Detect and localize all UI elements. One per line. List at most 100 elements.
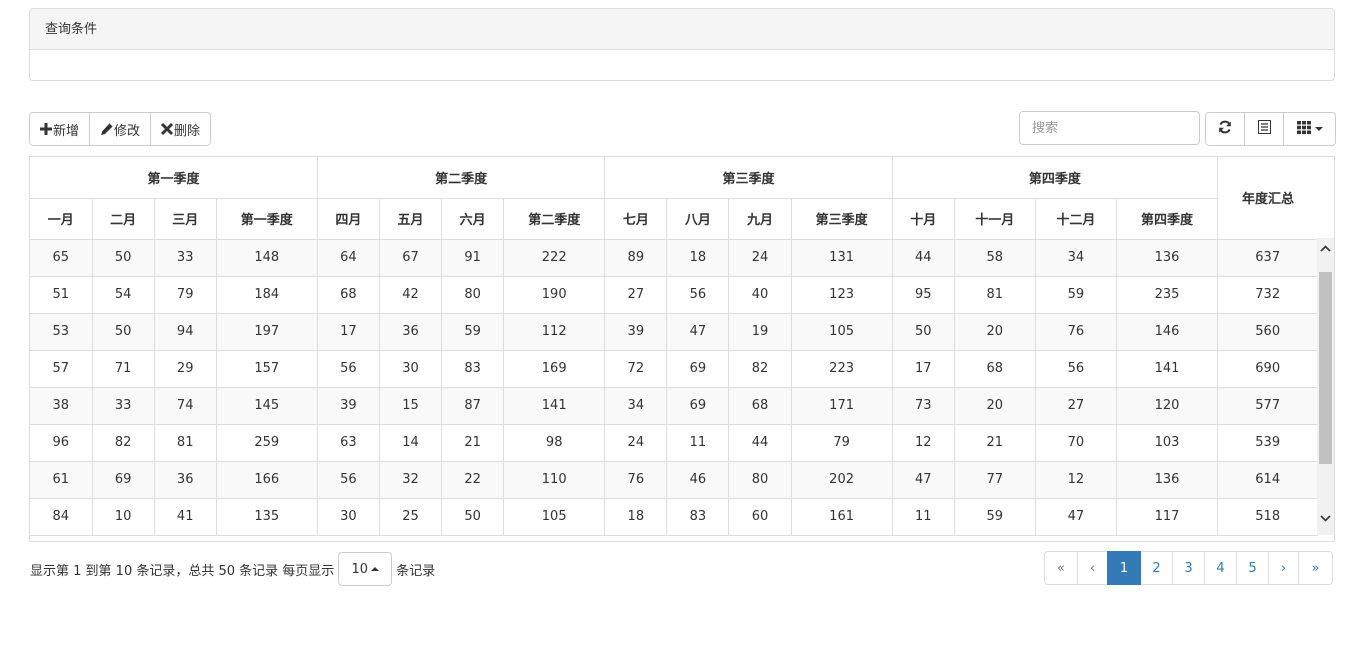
table-cell: 54 [92, 276, 155, 314]
table-row[interactable]: 57 71 29 157 56 30 83 169 72 69 82 223 17 68 56 141 690 [30, 350, 1334, 388]
scroll-down-icon[interactable] [1317, 510, 1334, 527]
table-cell: 83 [666, 498, 730, 536]
table-cell: 17 [892, 350, 955, 388]
column-header: 第四季度 [1116, 198, 1219, 240]
annual-total-cell: 690 [1217, 350, 1319, 388]
table-cell: 30 [379, 350, 443, 388]
column-header: 九月 [728, 198, 792, 240]
scrollbar-thumb[interactable] [1319, 272, 1332, 464]
table-cell: 80 [441, 276, 505, 314]
column-header: 第一季度 [216, 198, 318, 240]
page-link[interactable]: 5 [1236, 551, 1269, 585]
columns-dropdown-button[interactable] [1283, 112, 1336, 146]
table-row[interactable]: 51 54 79 184 68 42 80 190 27 56 40 123 95 81 59 235 732 [30, 276, 1334, 314]
table-cell: 44 [728, 424, 792, 462]
table-cell: 91 [441, 239, 505, 277]
data-table-container: 第一季度 第二季度 第三季度 第四季度 年度汇总 一月 二月 三月 第一季度 四… [29, 156, 1335, 542]
table-cell: 36 [154, 461, 217, 499]
next-page-link[interactable]: › [1268, 551, 1299, 585]
table-cell: 18 [666, 239, 730, 277]
table-row[interactable]: 38 33 74 145 39 15 87 141 34 69 68 171 73 20 27 120 577 [30, 387, 1334, 425]
table-cell: 58 [954, 239, 1036, 277]
table-cell: 197 [216, 313, 318, 351]
table-cell: 84 [30, 498, 93, 536]
table-cell: 29 [154, 350, 217, 388]
page-link[interactable]: 4 [1204, 551, 1237, 585]
delete-button-label: 删除 [174, 123, 201, 139]
table-cell: 169 [503, 350, 606, 388]
table-cell: 184 [216, 276, 318, 314]
column-header: 四月 [317, 198, 380, 240]
first-page-link[interactable]: « [1044, 551, 1078, 585]
scroll-up-icon[interactable] [1317, 240, 1334, 257]
pagination-info-text: 显示第 1 到第 10 条记录，总共 50 条记录 每页显示 [30, 563, 335, 579]
table-cell: 24 [728, 239, 792, 277]
table-cell: 50 [892, 313, 955, 351]
refresh-button[interactable] [1205, 112, 1245, 146]
page-size-dropdown[interactable]: 10 [338, 552, 393, 586]
table-row[interactable]: 65 50 33 148 64 67 91 222 89 18 24 131 44 58 34 136 637 [30, 239, 1334, 277]
column-header: 第二季度 [503, 198, 606, 240]
table-cell: 34 [1035, 239, 1117, 277]
page-link[interactable]: 3 [1172, 551, 1205, 585]
table-cell: 76 [1035, 313, 1117, 351]
page-link[interactable]: 1 [1107, 551, 1141, 585]
table-cell: 81 [154, 424, 217, 462]
table-cell: 131 [791, 239, 893, 277]
column-header: 三月 [154, 198, 217, 240]
table-scrollbar[interactable] [1317, 238, 1334, 535]
table-cell: 33 [154, 239, 217, 277]
table-cell: 71 [92, 350, 155, 388]
refresh-icon [1218, 120, 1232, 138]
table-cell: 56 [317, 461, 380, 499]
prev-page-link[interactable]: ‹ [1077, 551, 1108, 585]
edit-button[interactable]: 修改 [89, 112, 152, 146]
search-input[interactable] [1019, 111, 1200, 145]
page-link[interactable]: 2 [1140, 551, 1173, 585]
annual-total-cell: 614 [1217, 461, 1319, 499]
delete-button[interactable]: 删除 [150, 112, 212, 146]
table-cell: 20 [954, 387, 1036, 425]
table-cell: 56 [1035, 350, 1117, 388]
table-cell: 11 [666, 424, 730, 462]
table-row[interactable]: 84 10 41 135 30 25 50 105 18 83 60 161 11 59 47 117 518 [30, 498, 1334, 536]
table-cell: 39 [317, 387, 380, 425]
table-row[interactable]: 53 50 94 197 17 36 59 112 39 47 19 105 50 20 76 146 560 [30, 313, 1334, 351]
table-cell: 20 [954, 313, 1036, 351]
table-cell: 18 [604, 498, 668, 536]
group-header: 第一季度 [30, 157, 318, 199]
annual-total-cell: 560 [1217, 313, 1319, 351]
table-cell: 123 [791, 276, 893, 314]
table-cell: 17 [317, 313, 380, 351]
table-cell: 136 [1116, 239, 1219, 277]
column-header: 一月 [30, 198, 93, 240]
last-page-link[interactable]: » [1298, 551, 1333, 585]
table-cell: 59 [1035, 276, 1117, 314]
table-cell: 11 [892, 498, 955, 536]
table-cell: 141 [1116, 350, 1219, 388]
table-cell: 79 [154, 276, 217, 314]
table-cell: 56 [666, 276, 730, 314]
annual-total-cell: 732 [1217, 276, 1319, 314]
table-cell: 148 [216, 239, 318, 277]
table-row[interactable]: 96 82 81 259 63 14 21 98 24 11 44 79 12 21 70 103 539 [30, 424, 1334, 462]
table-cell: 68 [728, 387, 792, 425]
table-cell: 30 [317, 498, 380, 536]
toggle-view-button[interactable] [1244, 112, 1284, 146]
table-cell: 59 [441, 313, 505, 351]
table-cell: 39 [604, 313, 668, 351]
table-cell: 157 [216, 350, 318, 388]
column-header: 第三季度 [791, 198, 893, 240]
table-cell: 12 [1035, 461, 1117, 499]
pagination: « ‹ 1 2 3 4 5 › » [1044, 551, 1333, 585]
table-cell: 60 [728, 498, 792, 536]
column-header: 七月 [604, 198, 668, 240]
table-cell: 103 [1116, 424, 1219, 462]
query-panel: 查询条件 [29, 8, 1335, 81]
table-cell: 64 [317, 239, 380, 277]
add-button[interactable]: 新增 [29, 112, 91, 146]
table-cell: 120 [1116, 387, 1219, 425]
table-row[interactable]: 61 69 36 166 56 32 22 110 76 46 80 202 47 77 12 136 614 [30, 461, 1334, 499]
table-cell: 190 [503, 276, 606, 314]
table-cell: 61 [30, 461, 93, 499]
